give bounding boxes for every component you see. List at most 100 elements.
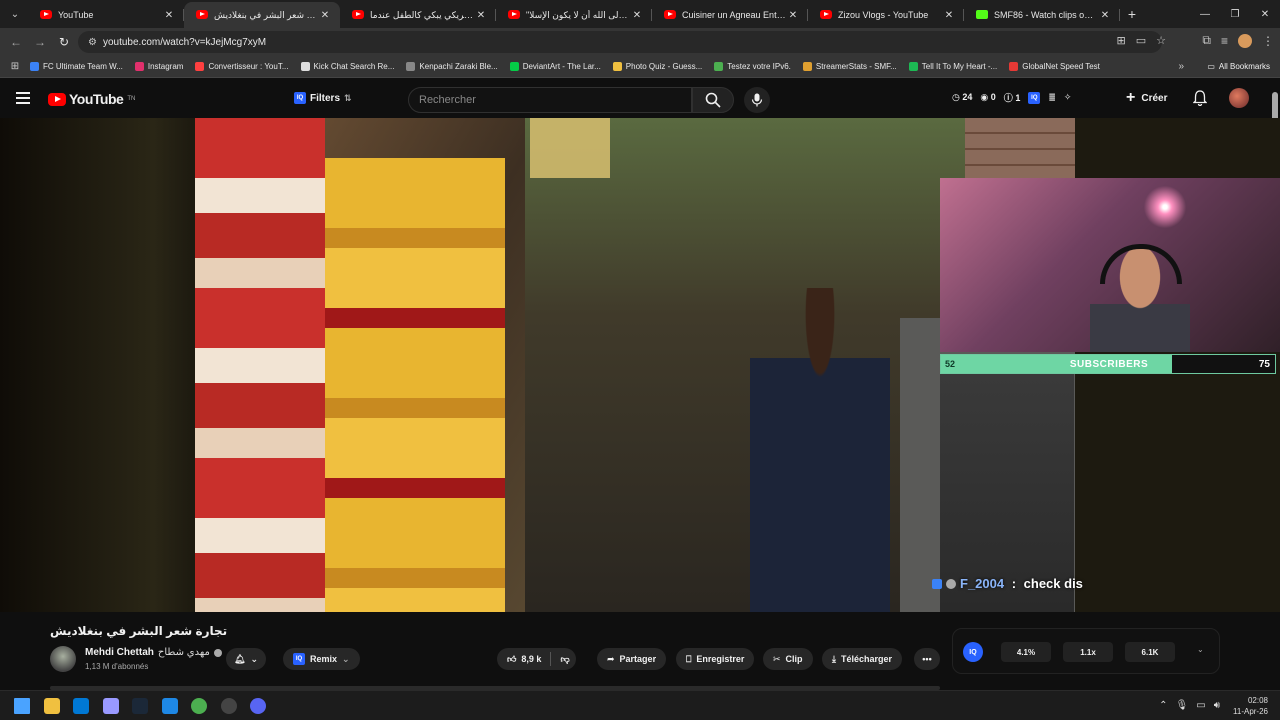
browser-tab[interactable]: YouTube ✕ — [28, 2, 184, 28]
bookmark-item[interactable]: Photo Quiz - Guess... — [612, 62, 702, 71]
stat-clock[interactable]: ◷ 24 — [952, 92, 972, 103]
hamburger-menu-icon[interactable] — [16, 92, 30, 107]
dislike-button[interactable]: 👎︎ — [560, 654, 569, 665]
close-tab-icon[interactable]: ✕ — [630, 10, 644, 21]
sparkle-icon[interactable]: ✧ — [1064, 92, 1072, 103]
premiere-icon[interactable] — [102, 698, 119, 714]
maximize-button[interactable]: ❐ — [1220, 0, 1250, 28]
tab-search-button[interactable]: ⌄ — [2, 3, 28, 25]
channel-name-row[interactable]: Mehdi Chettah مهدي شطاح — [85, 647, 222, 658]
bookmark-item[interactable]: Testez votre IPv6. — [714, 62, 791, 71]
browser-tab[interactable]: رجل أمريكي يبكي كالطفل عندما✕ — [340, 2, 496, 28]
create-button[interactable]: + Créer — [1126, 87, 1167, 109]
subscribed-bell-button[interactable]: 🔔︎ ⌄ — [226, 648, 266, 670]
search-input[interactable] — [408, 87, 692, 113]
close-tab-icon[interactable]: ✕ — [786, 10, 800, 21]
channel-avatar[interactable] — [50, 646, 76, 672]
iq-small-icon[interactable]: IQ — [1028, 91, 1041, 104]
bookmark-item[interactable]: Kenpachi Zaraki Ble... — [406, 62, 498, 71]
discord-icon[interactable] — [250, 698, 266, 714]
like-button[interactable]: 👍︎ 8,9 k — [507, 654, 541, 665]
stat-info[interactable]: ⓘ 1 — [1004, 91, 1021, 104]
save-button[interactable]: ⎕ Enregistrer — [676, 648, 755, 670]
search-button[interactable] — [692, 87, 734, 113]
url-field[interactable] — [102, 36, 503, 48]
obs-icon[interactable] — [220, 698, 237, 714]
clip-button[interactable]: ✂ Clip — [763, 648, 813, 670]
forward-button[interactable]: → — [28, 35, 52, 49]
cast-icon[interactable]: ▭ — [1136, 34, 1146, 47]
tray-overflow-icon[interactable]: ⌃ — [1159, 700, 1167, 711]
ext-stat-multiplier[interactable]: 1.1x — [1063, 642, 1113, 662]
account-avatar[interactable] — [1229, 88, 1249, 108]
omnibox[interactable]: ⚙ — [78, 31, 1162, 53]
all-bookmarks-button[interactable]: ▭ All Bookmarks — [1207, 62, 1270, 71]
close-tab-icon[interactable]: ✕ — [474, 10, 488, 21]
stat-views[interactable]: ◉ 0 — [980, 92, 995, 103]
chrome-icon[interactable] — [191, 698, 207, 714]
chevron-down-icon[interactable]: ⌄ — [1197, 645, 1204, 654]
taskbar-clock[interactable]: 02:08 11-Apr-26 — [1233, 695, 1268, 717]
more-bookmarks-icon[interactable]: » — [1178, 61, 1184, 72]
youtube-header: YouTube TN IQ Filters ⇅ ◷ 24 ◉ 0 ⓘ 1 IQ … — [0, 78, 1280, 118]
minimize-button[interactable]: — — [1190, 0, 1220, 28]
close-tab-icon[interactable]: ✕ — [942, 10, 956, 21]
share-button[interactable]: ➦ Partager — [597, 648, 667, 670]
voice-search-button[interactable] — [744, 87, 770, 113]
display-icon[interactable]: ▭ — [1196, 700, 1205, 711]
filters-button[interactable]: IQ Filters ⇅ — [284, 87, 362, 109]
bookmark-star-icon[interactable]: ☆ — [1156, 34, 1166, 47]
video-player[interactable]: 52 SUBSCRIBERS 75 F_2004 : check dis — [0, 118, 1280, 612]
tab-separator — [1119, 9, 1120, 21]
close-tab-icon[interactable]: ✕ — [162, 10, 176, 21]
windows-taskbar: ⌃ 🎙︎ ▭ 🔊︎ 02:08 11-Apr-26 — [0, 690, 1280, 720]
bookmark-item[interactable]: FC Ultimate Team W... — [30, 62, 123, 71]
microphone-icon[interactable]: 🎙︎ — [1176, 700, 1189, 711]
tab-title: رجل أمريكي يبكي كالطفل عندما — [370, 9, 474, 20]
new-tab-button[interactable]: + — [1120, 6, 1144, 22]
bookmark-item[interactable]: DeviantArt - The Lar... — [509, 62, 601, 71]
bookmark-item[interactable]: Convertisseur : YouT... — [195, 62, 289, 71]
chevron-down-icon: ⌄ — [250, 653, 258, 664]
browser-tab[interactable]: Cuisiner un Agneau Entier sous✕ — [652, 2, 808, 28]
ext-stat-count[interactable]: 6.1K — [1125, 642, 1175, 662]
start-icon[interactable] — [14, 698, 30, 714]
volume-icon[interactable]: 🔊︎ — [1214, 700, 1220, 711]
more-horizontal-icon: ••• — [922, 654, 932, 664]
back-button[interactable]: ← — [4, 35, 28, 49]
remix-button[interactable]: IQ Remix ⌄ — [283, 648, 360, 670]
bookmark-label: Testez votre IPv6. — [727, 62, 791, 71]
media-icon[interactable]: ≡ — [1221, 34, 1228, 48]
download-button[interactable]: ⤓ Télécharger — [822, 648, 903, 670]
bookmark-item[interactable]: Tell It To My Heart -... — [908, 62, 997, 71]
profile-avatar[interactable] — [1238, 33, 1252, 48]
browser-tab[interactable]: تجارة شعر البشر في بنغلاديش ✕ — [184, 2, 340, 28]
reload-button[interactable]: ↻ — [52, 35, 76, 49]
browser-tab[interactable]: Zizou Vlogs - YouTube ✕ — [808, 2, 964, 28]
edge-icon[interactable] — [161, 698, 178, 714]
bookmark-item[interactable]: StreamerStats - SMF... — [802, 62, 897, 71]
ext-stat-ratio[interactable]: 4.1% — [1001, 642, 1051, 662]
iq-logo-icon[interactable]: IQ — [963, 642, 983, 662]
site-info-icon[interactable]: ⚙ — [88, 37, 97, 48]
close-tab-icon[interactable]: ✕ — [1098, 10, 1112, 21]
browser-tab[interactable]: "توسلت إلى الله أن لا يكون الإسلا✕ — [496, 2, 652, 28]
steam-icon[interactable] — [132, 698, 148, 714]
file-explorer-icon[interactable] — [43, 698, 60, 714]
list-icon[interactable]: ≣ — [1048, 92, 1056, 103]
browser-tab[interactable]: SMF86 - Watch clips on Kick ✕ — [964, 2, 1120, 28]
youtube-icon — [820, 10, 832, 19]
youtube-logo[interactable]: YouTube TN — [48, 91, 135, 107]
bookmark-item[interactable]: Kick Chat Search Re... — [300, 62, 394, 71]
close-tab-icon[interactable]: ✕ — [318, 10, 332, 21]
bookmark-item[interactable]: GlobalNet Speed Test — [1009, 62, 1100, 71]
menu-kebab-icon[interactable]: ⋮ — [1262, 34, 1274, 48]
outlook-icon[interactable] — [73, 698, 89, 714]
close-window-button[interactable]: ✕ — [1250, 0, 1280, 28]
extensions-icon[interactable]: ⧉ — [1202, 33, 1211, 48]
apps-grid-icon[interactable]: ⊞ — [0, 61, 30, 72]
more-actions-button[interactable]: ••• — [914, 648, 940, 670]
translate-icon[interactable]: ⊞ — [1117, 34, 1126, 47]
notifications-button[interactable] — [1193, 90, 1207, 106]
bookmark-item[interactable]: Instagram — [134, 62, 183, 71]
